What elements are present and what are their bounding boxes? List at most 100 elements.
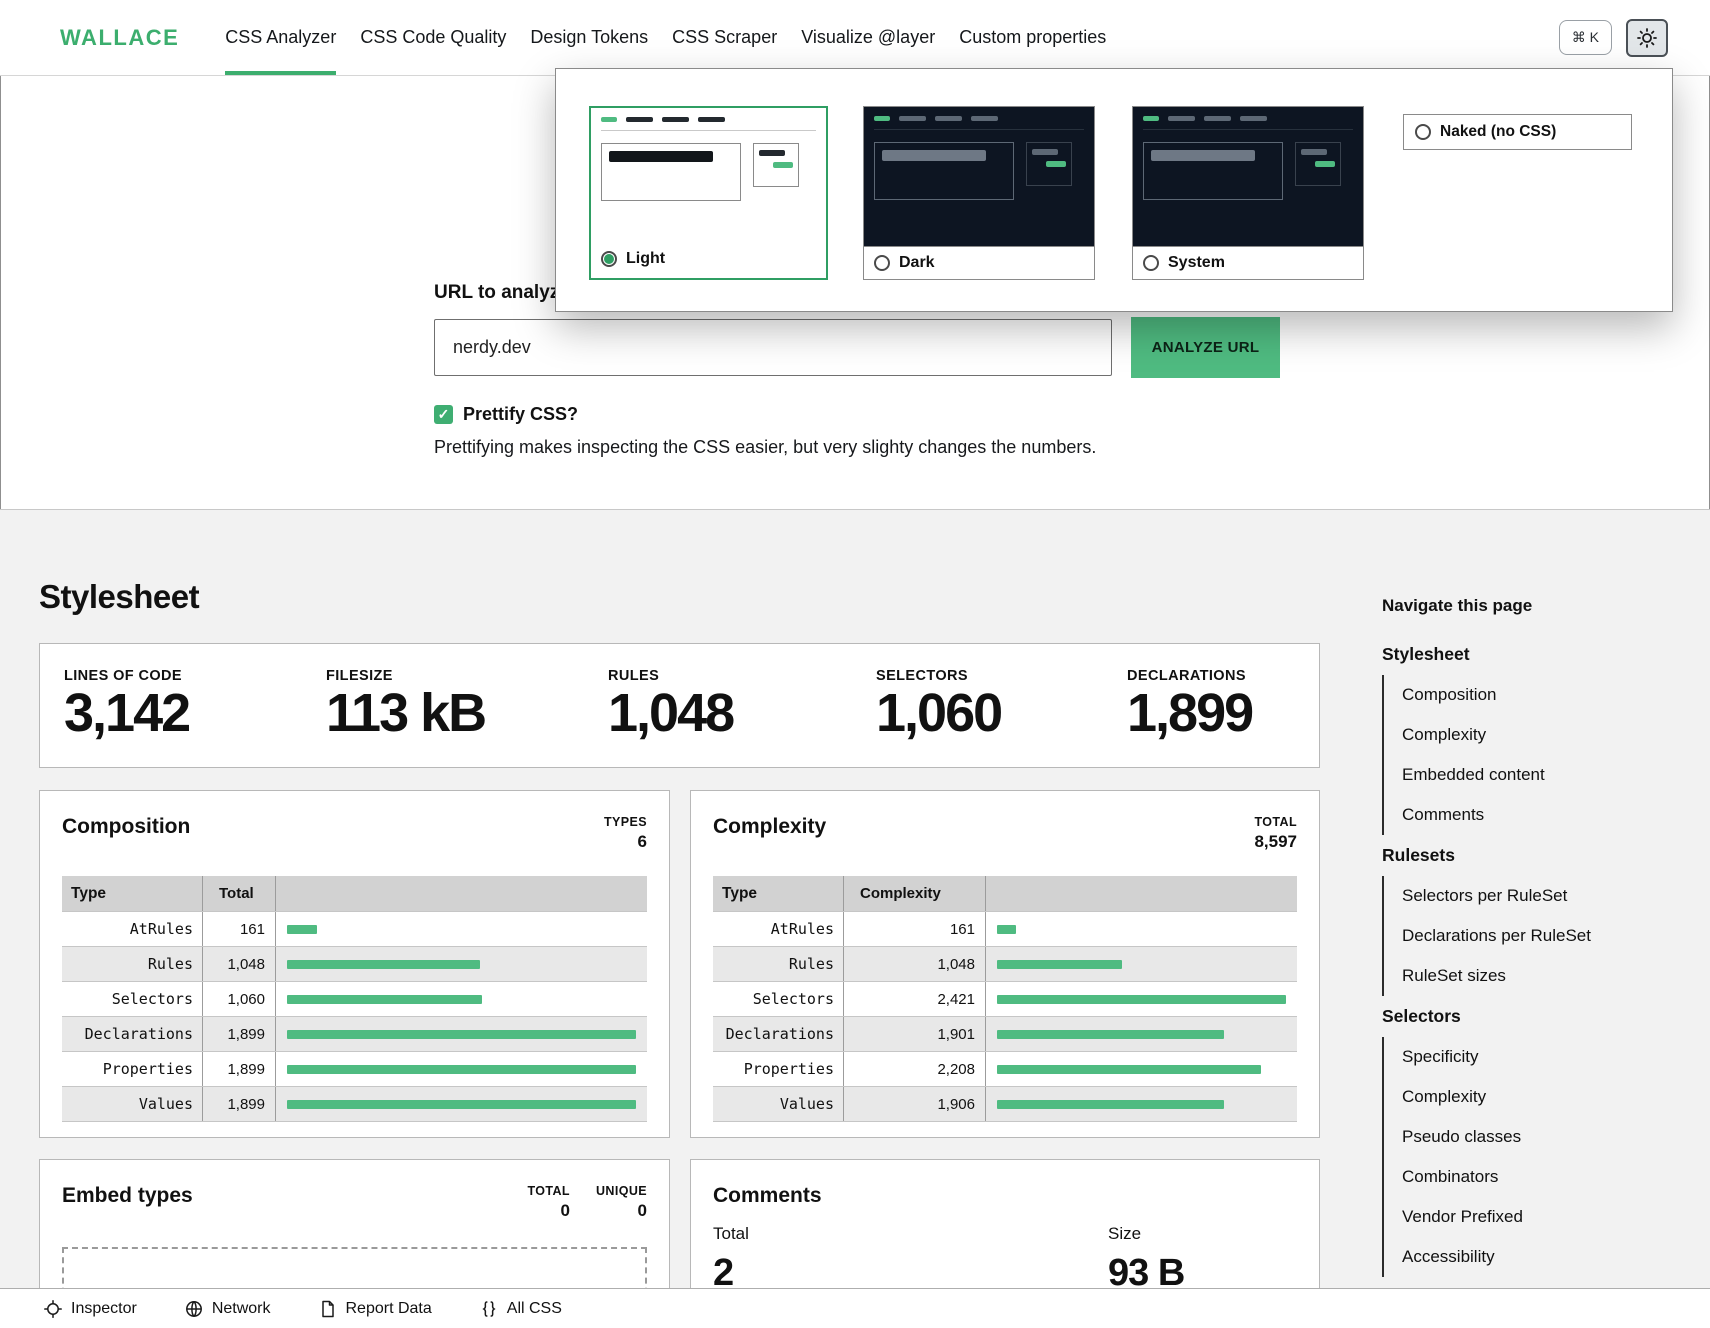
nav-item[interactable]: CSS Scraper xyxy=(672,0,777,75)
value-bar xyxy=(997,925,1016,934)
toc-sublist-stylesheet: CompositionComplexityEmbedded contentCom… xyxy=(1382,675,1672,835)
comments-total: Total 2 xyxy=(713,1224,1108,1295)
toc-link-comments[interactable]: Comments xyxy=(1384,795,1672,835)
row-bar-cell xyxy=(276,1017,647,1051)
row-type: Values xyxy=(713,1087,844,1121)
row-bar-cell xyxy=(276,912,647,946)
theme-option-dark[interactable]: Dark xyxy=(863,106,1095,280)
complexity-card: Complexity TOTAL 8,597 Type Complexity A… xyxy=(690,790,1320,1138)
embed-types-meta: TOTAL 0 UNIQUE 0 xyxy=(527,1184,647,1221)
mini-navbar xyxy=(874,116,1084,130)
top-navbar: WALLACE CSS Analyzer CSS Code Quality Desi… xyxy=(0,0,1710,76)
row-type: Values xyxy=(62,1087,203,1121)
page-toc: Navigate this page StylesheetComposition… xyxy=(1382,596,1672,1277)
row-bar-cell xyxy=(276,947,647,981)
radio-light[interactable] xyxy=(601,251,617,267)
row-bar-cell xyxy=(276,1052,647,1086)
tab-report-data[interactable]: Report Data xyxy=(319,1300,432,1318)
composition-title: Composition xyxy=(62,815,190,839)
summary-stats-card: LINES OF CODE 3,142 FILESIZE 113 kB RULE… xyxy=(39,643,1320,768)
toc-link-pseudo-classes[interactable]: Pseudo classes xyxy=(1384,1117,1672,1157)
url-row: ANALYZE URL xyxy=(434,317,1334,378)
toc-sublist-selectors: SpecificityComplexityPseudo classesCombi… xyxy=(1382,1037,1672,1277)
mini-input-mock xyxy=(1143,142,1283,200)
stat-label: SELECTORS xyxy=(876,668,1001,684)
nav-item[interactable]: CSS Code Quality xyxy=(360,0,506,75)
composition-card-head: Composition TYPES 6 xyxy=(40,791,669,852)
toc-link-complexity[interactable]: Complexity xyxy=(1384,715,1672,755)
table-row: AtRules 161 xyxy=(62,912,647,947)
nav-item[interactable]: Design Tokens xyxy=(530,0,648,75)
toc-link-composition[interactable]: Composition xyxy=(1384,675,1672,715)
toc-sublist-rulesets: Selectors per RuleSetDeclarations per Ru… xyxy=(1382,876,1672,996)
toc-link-complexity[interactable]: Complexity xyxy=(1384,1077,1672,1117)
theme-option-light[interactable]: Light xyxy=(589,106,828,280)
network-icon xyxy=(185,1300,203,1318)
toc-groups: StylesheetCompositionComplexityEmbedded … xyxy=(1382,634,1672,1277)
row-bar-cell xyxy=(276,1087,647,1121)
tab-all-css[interactable]: All CSS xyxy=(480,1300,562,1318)
tab-inspector[interactable]: Inspector xyxy=(44,1300,137,1318)
mini-input-mock xyxy=(874,142,1014,200)
url-input[interactable] xyxy=(434,319,1112,376)
row-value: 1,899 xyxy=(203,1017,276,1051)
radio-dark[interactable] xyxy=(874,255,890,271)
toc-link-ruleset-sizes[interactable]: RuleSet sizes xyxy=(1384,956,1672,996)
theme-label-light: Light xyxy=(626,250,665,268)
toc-title: Navigate this page xyxy=(1382,596,1672,616)
complexity-table: Type Complexity AtRules 161 Rules 1,048 … xyxy=(713,876,1297,1122)
report-section: Stylesheet LINES OF CODE 3,142 FILESIZE … xyxy=(0,509,1710,1328)
command-palette-button[interactable]: ⌘ K xyxy=(1559,20,1612,55)
value-bar xyxy=(997,960,1122,969)
light-theme-preview xyxy=(591,108,826,242)
toc-group-stylesheet[interactable]: Stylesheet xyxy=(1382,634,1672,675)
nav-item[interactable]: Visualize @layer xyxy=(801,0,935,75)
nav-item[interactable]: Custom properties xyxy=(959,0,1106,75)
summary-stat: DECLARATIONS 1,899 xyxy=(1127,668,1252,743)
row-bar-cell xyxy=(986,947,1297,981)
tab-network[interactable]: Network xyxy=(185,1300,271,1318)
toc-link-vendor-prefixed[interactable]: Vendor Prefixed xyxy=(1384,1197,1672,1237)
row-bar-cell xyxy=(276,982,647,1016)
radio-system[interactable] xyxy=(1143,255,1159,271)
composition-table-body: AtRules 161 Rules 1,048 Selectors 1,060 … xyxy=(62,912,647,1122)
table-row: Properties 2,208 xyxy=(713,1052,1297,1087)
theme-option-naked[interactable]: Naked (no CSS) xyxy=(1403,114,1632,150)
toc-link-combinators[interactable]: Combinators xyxy=(1384,1157,1672,1197)
toc-link-embedded-content[interactable]: Embedded content xyxy=(1384,755,1672,795)
row-bar-cell xyxy=(986,912,1297,946)
composition-card: Composition TYPES 6 Type Total AtRules 1… xyxy=(39,790,670,1138)
theme-option-system[interactable]: System xyxy=(1132,106,1364,280)
stat-label: RULES xyxy=(608,668,733,684)
prettify-checkbox[interactable]: ✓ xyxy=(434,405,453,424)
row-type: Selectors xyxy=(62,982,203,1016)
toc-group-rulesets[interactable]: Rulesets xyxy=(1382,835,1672,876)
radio-naked[interactable] xyxy=(1415,124,1431,140)
wallace-logo[interactable]: WALLACE xyxy=(60,25,179,51)
inspector-icon xyxy=(44,1300,62,1318)
row-type: Selectors xyxy=(713,982,844,1016)
row-type: Properties xyxy=(713,1052,844,1086)
theme-toggle-button[interactable] xyxy=(1626,19,1668,57)
toc-link-declarations-per-ruleset[interactable]: Declarations per RuleSet xyxy=(1384,916,1672,956)
toc-link-accessibility[interactable]: Accessibility xyxy=(1384,1237,1672,1277)
table-row: Rules 1,048 xyxy=(713,947,1297,982)
row-type: AtRules xyxy=(62,912,203,946)
toc-group-selectors[interactable]: Selectors xyxy=(1382,996,1672,1037)
toc-link-selectors-per-ruleset[interactable]: Selectors per RuleSet xyxy=(1384,876,1672,916)
mini-button-mock xyxy=(1295,142,1341,186)
composition-meta: TYPES 6 xyxy=(604,815,647,852)
comments-size: Size 93 B xyxy=(1108,1224,1184,1295)
devtools-bar: Inspector Network Report Data All CSS xyxy=(0,1288,1710,1328)
nav-item[interactable]: CSS Analyzer xyxy=(225,0,336,75)
toc-link-specificity[interactable]: Specificity xyxy=(1384,1037,1672,1077)
value-bar xyxy=(997,1100,1224,1109)
table-row: Selectors 2,421 xyxy=(713,982,1297,1017)
row-value: 1,060 xyxy=(203,982,276,1016)
analyze-url-button[interactable]: ANALYZE URL xyxy=(1131,317,1280,378)
stat-value: 1,048 xyxy=(608,684,733,743)
row-value: 1,906 xyxy=(844,1087,986,1121)
value-bar xyxy=(997,1065,1261,1074)
comments-body: Total 2 Size 93 B xyxy=(691,1208,1319,1295)
complexity-table-body: AtRules 161 Rules 1,048 Selectors 2,421 … xyxy=(713,912,1297,1122)
